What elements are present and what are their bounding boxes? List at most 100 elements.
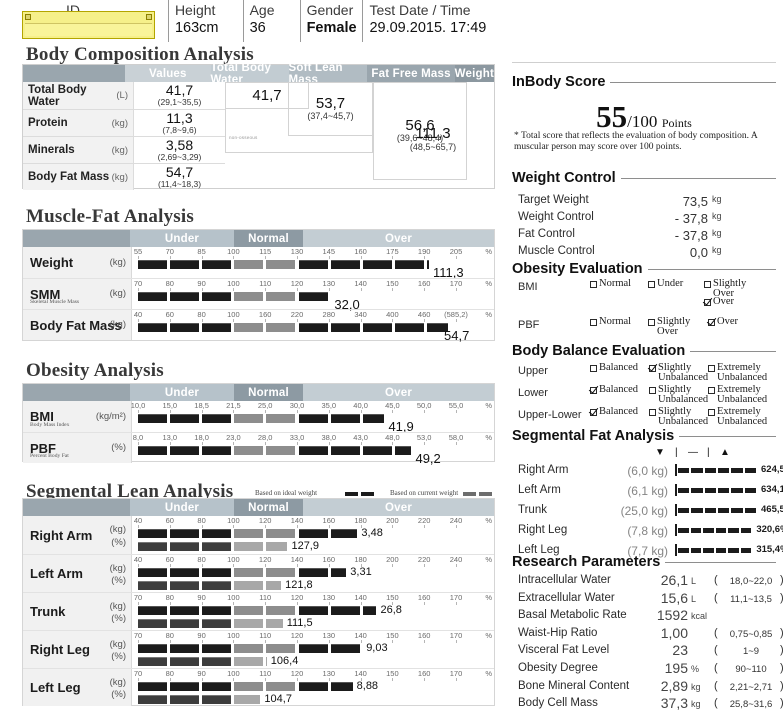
checkbox-icon[interactable] (590, 319, 597, 326)
sf-bar-segment (731, 468, 743, 473)
rp-paren-open: ( (714, 574, 718, 586)
section-title-weight-control: Weight Control (512, 170, 616, 186)
pbf-option-normal[interactable]: Normal (590, 317, 648, 327)
header-value-gender: Female (306, 20, 357, 36)
checkbox-icon[interactable] (704, 281, 711, 288)
inbody-result-sheet: ID Height 163cm Age 36 Gender Female Tes… (0, 0, 783, 713)
bar-segment (330, 414, 360, 423)
oe-option-over[interactable]: Over (704, 297, 734, 307)
bar-value-pct: 127,9 (291, 540, 319, 552)
bb-option-balanced[interactable]: Balanced (590, 363, 650, 373)
oe-option-under[interactable]: Under (648, 279, 700, 289)
bb-option-balanced[interactable]: Balanced (590, 407, 650, 417)
checkbox-icon[interactable] (590, 409, 597, 416)
axis-tick-label: 110 (259, 279, 272, 288)
checkbox-icon[interactable] (708, 319, 715, 326)
checkbox-icon[interactable] (704, 299, 711, 306)
bb-option-slightly-unbalanced[interactable]: Slightly Unbalanced (649, 362, 709, 382)
axis-tickmark (360, 640, 362, 643)
bb-option-balanced[interactable]: Balanced (590, 385, 650, 395)
rp-unit: L (691, 593, 697, 604)
axis-tick-label: 145 (322, 247, 336, 256)
obesity-band-header: Under Normal Over (23, 384, 494, 401)
axis-ticks: 40 60 80 100 120 140 160 180 200 220 240% (132, 555, 494, 567)
checkbox-icon[interactable] (590, 281, 597, 288)
pbf-option-over[interactable]: Over (708, 317, 758, 327)
axis-tick-label: 15,0 (162, 401, 178, 410)
axis-tick-label: 33,0 (289, 433, 305, 442)
checkbox-icon[interactable] (648, 319, 655, 326)
axis-tickmark (201, 319, 203, 322)
bc-row-name: Minerals (28, 144, 75, 156)
bb-option-extremely-unbalanced[interactable]: Extremely Unbalanced (708, 362, 778, 382)
bb-option-slightly-unbalanced[interactable]: Slightly Unbalanced (649, 384, 709, 404)
axis-tick-label: 80 (197, 310, 206, 319)
axis-tick-label: 48,0 (385, 433, 400, 442)
sl-band-normal: Normal (234, 499, 303, 516)
bc-row-name: Total Body Water (28, 83, 87, 108)
row-unit: (kg) (109, 319, 126, 330)
bc-range: (7,8~9,6) (162, 124, 197, 135)
option-label: Slightly Unbalanced (658, 406, 709, 427)
mf-band-over: Over (303, 230, 494, 247)
axis-tick-label: 80 (165, 279, 174, 288)
bar-segment (202, 682, 232, 691)
sf-bar-segment (740, 528, 752, 533)
section-rule (610, 81, 776, 83)
bar-segment (170, 619, 200, 628)
resize-handle-left[interactable] (25, 14, 31, 20)
bar-segment (202, 323, 232, 332)
option-label: Extremely Unbalanced (717, 384, 768, 405)
sf-bar-segment (690, 528, 702, 533)
axis-tickmark (360, 256, 362, 259)
section-obesity-evaluation: Obesity Evaluation (512, 261, 776, 277)
id-input-inner[interactable] (25, 23, 152, 36)
row-unit: (kg) (109, 288, 126, 299)
segmental-lean-rows: Right Arm (kg) (%) 40 60 80 100 120 140 160 180 200… (23, 516, 494, 706)
section-rule (690, 350, 776, 352)
sf-bar-segment (704, 468, 716, 473)
checkbox-icon[interactable] (649, 365, 656, 372)
axis-tickmark (424, 319, 426, 322)
body-composition-values-column: 41,7 (29,1~35,5) 11,3 (7,8~9,6) 3,58 (2,… (133, 82, 225, 190)
checkbox-icon[interactable] (708, 365, 715, 372)
checkbox-icon[interactable] (648, 281, 655, 288)
axis-tickmark (360, 442, 362, 445)
rp-paren-open: ( (714, 591, 718, 604)
axis-tick-label: 58,0 (448, 433, 464, 442)
checkbox-icon[interactable] (708, 387, 715, 394)
row-plot: 10,0 15,0 18,5 21,5 25,0 30,0 35,0 40,0 45,0 50,0… (131, 401, 494, 434)
checkbox-icon[interactable] (649, 387, 656, 394)
row-label: Left Leg (kg) (%) (23, 669, 131, 706)
axis-tick-label: 100 (227, 669, 240, 678)
checkbox-icon[interactable] (590, 365, 597, 372)
wc-unit: kg (712, 211, 722, 221)
row-name: Left Leg (30, 680, 81, 695)
sf-bar-segment (718, 508, 730, 513)
obesity-rows: BMI Body Mass Index (kg/m²) 10,0 15,0 18,5 21,… (23, 401, 494, 466)
resize-handle-right[interactable] (146, 14, 152, 20)
bar-segment (170, 695, 200, 704)
bar-segment (330, 644, 360, 653)
sf-percent-value: 634,1% (761, 484, 783, 495)
oe-option-normal[interactable]: Normal (590, 279, 648, 289)
checkbox-icon[interactable] (708, 409, 715, 416)
bb-option-extremely-unbalanced[interactable]: Extremely Unbalanced (708, 384, 778, 405)
pbf-option-slightly-over[interactable]: Slightly Over (648, 316, 704, 336)
axis-tick-label: 140 (290, 516, 304, 525)
bb-option-slightly-unbalanced[interactable]: Slightly Unbalanced (649, 406, 709, 427)
id-input[interactable] (22, 11, 155, 39)
axis-tickmark (265, 410, 267, 413)
bar-segment (170, 292, 200, 301)
row-unit-kg: (kg) (109, 639, 126, 650)
bb-option-extremely-unbalanced[interactable]: Extremely Unbalanced (708, 406, 778, 426)
axis-tickmark (424, 288, 426, 291)
checkbox-icon[interactable] (649, 409, 656, 416)
bar-segment (138, 606, 168, 615)
axis-tick-label: 70 (133, 669, 143, 678)
axis-tick-label: 40 (133, 310, 143, 319)
checkbox-icon[interactable] (590, 387, 597, 394)
bar-value-kg: 3,48 (361, 527, 383, 539)
bar-segment (266, 568, 296, 577)
axis-tickmark (297, 410, 298, 413)
